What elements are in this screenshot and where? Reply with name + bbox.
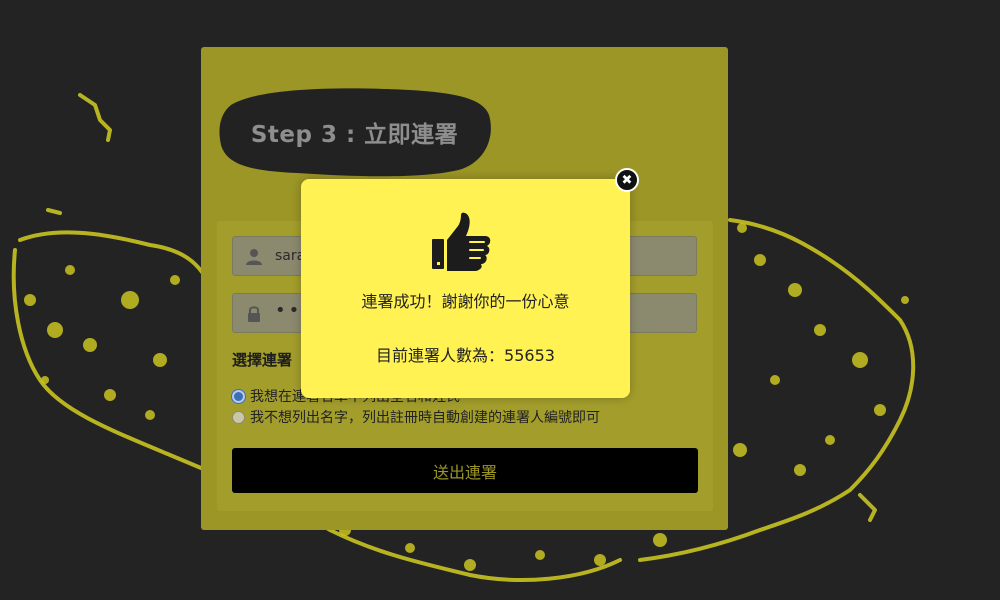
page: Step 3 : 立即連署 sara ••• 選擇連署 我想在連署 bbox=[0, 0, 1000, 600]
success-message: 連署成功！謝謝你的一份心意 bbox=[361, 292, 570, 311]
count-label: 目前連署人數為： bbox=[376, 346, 505, 365]
close-icon[interactable]: ✖ bbox=[615, 168, 639, 192]
option-label: 我不想列出名字，列出註冊時自動創建的連署人編號即可 bbox=[250, 410, 600, 426]
success-modal: 連署成功！謝謝你的一份心意 目前連署人數為：55653 bbox=[301, 179, 630, 398]
submit-petition-button[interactable]: 送出連署 bbox=[232, 448, 698, 493]
step-bubble: Step 3 : 立即連署 bbox=[217, 85, 492, 179]
option-anonymous-id[interactable]: 我不想列出名字，列出註冊時自動創建的連署人編號即可 bbox=[232, 407, 600, 427]
lock-icon bbox=[248, 306, 260, 322]
step-title: Step 3 : 立即連署 bbox=[250, 122, 459, 148]
thumbs-up-icon bbox=[432, 212, 491, 271]
signature-count: 55653 bbox=[504, 346, 555, 365]
user-icon bbox=[246, 249, 262, 265]
radio-selected[interactable] bbox=[232, 389, 245, 403]
choice-heading: 選擇連署 bbox=[232, 351, 293, 369]
signature-count-line: 目前連署人數為：55653 bbox=[301, 342, 630, 366]
radio-unselected[interactable] bbox=[232, 410, 245, 424]
